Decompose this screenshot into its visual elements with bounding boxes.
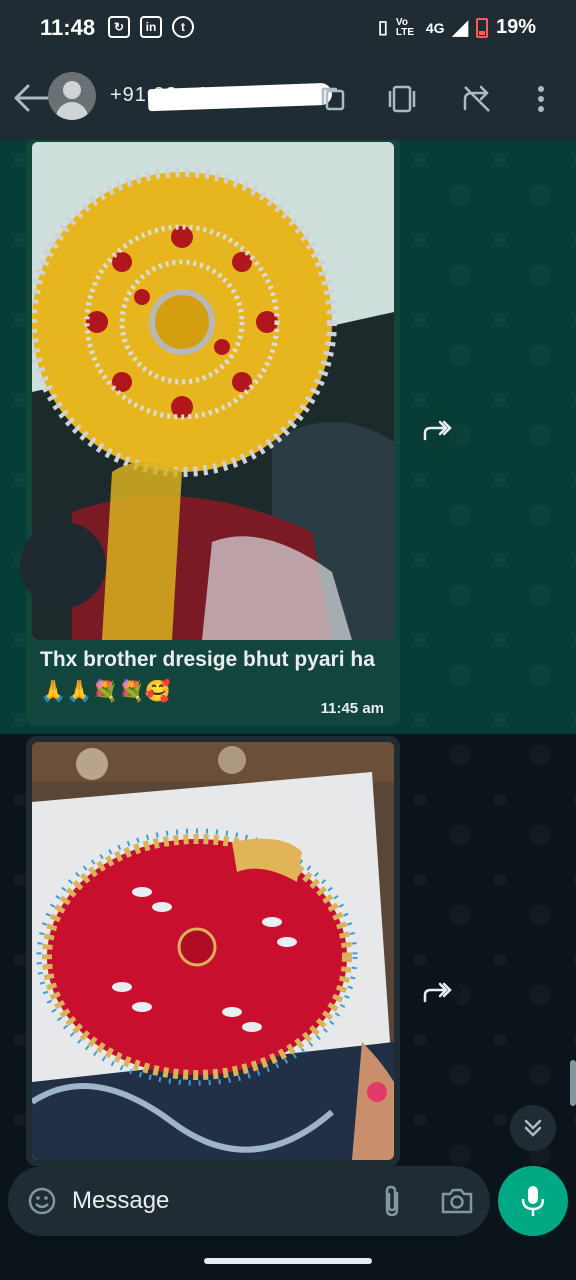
status-right: ▯ Vo LTE 4G ◢ 19%: [378, 15, 536, 40]
notification-icons: ↻ in t: [108, 16, 194, 38]
tinder-icon: t: [172, 16, 194, 38]
contact-avatar[interactable]: [48, 72, 96, 120]
message-bubble[interactable]: Thx brother dresige bhut pyari ha🙏🙏💐💐🥰 1…: [26, 140, 400, 726]
battery-percent: 19%: [495, 16, 536, 38]
attach-icon[interactable]: [374, 1183, 410, 1219]
scrollbar-thumb[interactable]: [570, 1060, 576, 1106]
linkedin-icon: in: [140, 16, 162, 38]
message-time: 11:45 am: [320, 700, 384, 717]
message-input[interactable]: [72, 1180, 362, 1222]
status-bar: 11:48 ↻ in t ▯ Vo LTE 4G ◢ 19%: [0, 0, 576, 58]
forward-button[interactable]: [414, 970, 460, 1016]
network-type: 4G: [425, 19, 445, 36]
forward-all-icon[interactable]: [460, 82, 494, 116]
scroll-to-bottom-button[interactable]: [510, 1105, 556, 1151]
volte-label: Vo LTE: [395, 16, 415, 38]
message-composer: [8, 1166, 490, 1236]
camera-icon[interactable]: [438, 1183, 476, 1219]
chat-header: +91 93...0...300: [0, 58, 576, 140]
emoji-icon[interactable]: [24, 1183, 60, 1219]
message-caption: Thx brother dresige bhut pyari ha🙏🙏💐💐🥰: [40, 648, 375, 703]
signal-icon: ◢: [452, 17, 468, 39]
battery-icon: [475, 17, 488, 38]
forward-button[interactable]: [414, 408, 460, 454]
sender-avatar[interactable]: [20, 522, 106, 608]
vibrate-icon: ▯: [377, 17, 388, 37]
microphone-button[interactable]: [498, 1166, 568, 1236]
status-time: 11:48: [40, 15, 96, 40]
chat-area[interactable]: Thx brother dresige bhut pyari ha🙏🙏💐💐🥰 1…: [0, 140, 576, 1166]
sync-icon: ↻: [108, 16, 130, 38]
message-photo[interactable]: [32, 742, 394, 1160]
more-options-icon[interactable]: [524, 82, 558, 116]
message-bubble[interactable]: [26, 736, 400, 1166]
system-nav-bar: [0, 1238, 576, 1280]
multi-select-icon[interactable]: [386, 82, 420, 116]
home-indicator[interactable]: [204, 1258, 372, 1264]
copy-icon[interactable]: [316, 82, 350, 116]
